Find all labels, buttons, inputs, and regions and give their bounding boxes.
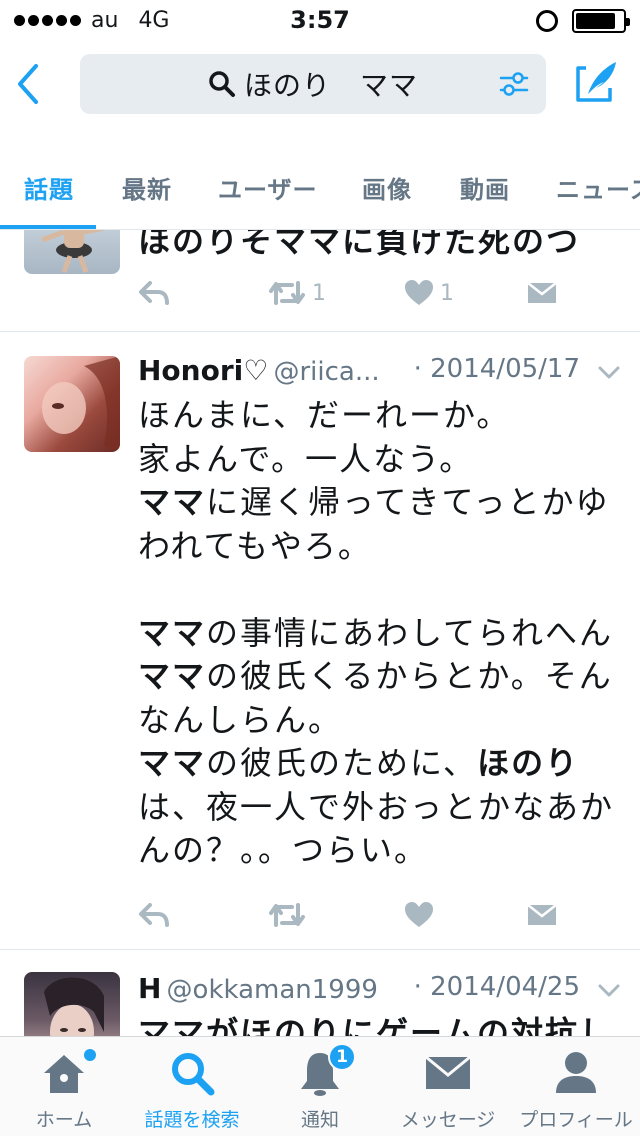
tweet-text-line: 家よんで。一人なう。 xyxy=(138,439,474,478)
search-term-highlight: ママ xyxy=(138,613,207,652)
person-icon xyxy=(556,1052,596,1093)
tweet[interactable]: ほのりそママに負けた死のつ 1 1 xyxy=(0,230,640,332)
direct-message-button[interactable] xyxy=(526,898,558,932)
tweet-actions: 1 1 xyxy=(138,276,568,310)
status-right xyxy=(536,9,630,33)
tweet-text-line: んの？。。つらい。 xyxy=(138,831,429,869)
tab-label: 話題を検索 xyxy=(144,1109,240,1131)
search-input[interactable]: ほのり ママ xyxy=(80,54,546,114)
tweet-text: ほんまに、だーれーか。 家よんで。一人なう。ママに遅く帰ってきてっとかゆ われてもや… xyxy=(138,394,620,873)
tweet-body: Honori♡ @riica... · 2014/05/17 ほんまに、だーれー… xyxy=(138,354,620,873)
tab-label: 通知 xyxy=(300,1109,339,1131)
tweet-date: · 2014/04/25 xyxy=(413,972,580,1002)
like-button[interactable]: 1 xyxy=(404,276,454,310)
author-handle[interactable]: @riica... xyxy=(273,357,379,387)
retweet-icon xyxy=(269,281,305,305)
tweet-text-line: なんしらん。 xyxy=(138,700,343,739)
tweet-actions xyxy=(138,898,568,932)
tab-users[interactable]: ユーザー xyxy=(218,170,318,205)
search-term-highlight: ママ xyxy=(138,483,207,521)
alarm-icon xyxy=(536,10,558,32)
heart-icon xyxy=(405,280,433,305)
tab-home[interactable]: ホーム xyxy=(0,1037,128,1136)
author-name[interactable]: H xyxy=(138,972,161,1005)
search-tabs: 話題 最新 ユーザー 画像 動画 ニュース xyxy=(0,156,640,230)
tab-explore[interactable]: 話題を検索 xyxy=(128,1037,256,1136)
search-query: ほのり ママ xyxy=(243,69,418,102)
tab-top[interactable]: 話題 xyxy=(24,170,74,205)
reply-icon xyxy=(139,903,169,927)
tweet-text-line: ママの事情にあわしてられへん xyxy=(138,613,614,652)
home-icon xyxy=(44,1055,84,1093)
tweet-text: ほのりそママに負けた死のつ xyxy=(138,230,581,260)
tweet-date: · 2014/05/17 xyxy=(413,354,580,384)
bottom-tab-bar: ホーム 話題を検索 1 通知 メッセージ プロフィール xyxy=(0,1036,640,1136)
direct-message-button[interactable] xyxy=(526,276,558,310)
heart-icon xyxy=(405,902,433,927)
envelope-icon xyxy=(527,904,557,925)
envelope-icon xyxy=(425,1055,471,1089)
retweet-button[interactable]: 1 xyxy=(268,276,326,310)
active-tab-indicator xyxy=(0,225,96,229)
tweet-text: ママがほのりにゲームの対抗し xyxy=(138,1014,614,1036)
avatar[interactable] xyxy=(24,972,120,1036)
author-handle[interactable]: @okkaman1999 xyxy=(167,975,378,1005)
tweet-body: ほのりそママに負けた死のつ xyxy=(138,230,620,264)
status-bar: au 4G 3:57 xyxy=(0,0,640,40)
tweet-header: H @okkaman1999 · 2014/04/25 xyxy=(138,972,620,1012)
search-term-highlight: ママ xyxy=(138,744,207,782)
back-icon[interactable] xyxy=(14,62,44,106)
retweet-count: 1 xyxy=(312,280,326,306)
avatar[interactable] xyxy=(24,356,120,452)
tweet-header: Honori♡ @riica... · 2014/05/17 xyxy=(138,354,620,394)
tab-messages[interactable]: メッセージ xyxy=(384,1037,512,1136)
new-content-dot xyxy=(84,1049,96,1061)
search-icon xyxy=(172,1053,215,1096)
notification-badge: 1 xyxy=(328,1043,356,1071)
filter-icon[interactable] xyxy=(498,68,530,100)
battery-icon xyxy=(572,9,630,33)
tab-label: メッセージ xyxy=(400,1109,496,1131)
tweet-text-line: ママの彼氏くるからとか。そん xyxy=(138,657,613,695)
tweet-body: H @okkaman1999 · 2014/04/25 ママがほのりにゲームの対… xyxy=(138,972,620,1036)
tab-news[interactable]: ニュース xyxy=(556,170,640,205)
tweet-text-line: ママの彼氏のために、ほのり xyxy=(138,744,580,782)
tweet[interactable]: H @okkaman1999 · 2014/04/25 ママがほのりにゲームの対… xyxy=(0,950,640,1036)
reply-button[interactable] xyxy=(138,898,170,932)
tab-notifications[interactable]: 1 通知 xyxy=(256,1037,384,1136)
search-term-highlight: ほのり xyxy=(477,744,580,782)
like-count: 1 xyxy=(440,280,454,306)
envelope-icon xyxy=(527,282,557,303)
tab-latest[interactable]: 最新 xyxy=(122,170,172,205)
timeline: ほのりそママに負けた死のつ 1 1 Honori♡ @riica... · 20… xyxy=(0,230,640,1036)
tweet-text-line: は、夜一人で外おっとかなあか xyxy=(138,787,615,826)
tweet-text-line xyxy=(138,568,620,612)
tab-videos[interactable]: 動画 xyxy=(460,170,510,205)
search-term-highlight: ママ xyxy=(138,657,207,695)
tab-profile[interactable]: プロフィール xyxy=(512,1037,640,1136)
tweet-text-line: われてもやろ。 xyxy=(138,526,372,565)
retweet-button[interactable] xyxy=(268,898,312,932)
tab-images[interactable]: 画像 xyxy=(362,170,412,205)
battery-fill xyxy=(576,13,616,29)
tweet[interactable]: Honori♡ @riica... · 2014/05/17 ほんまに、だーれー… xyxy=(0,332,640,950)
reply-button[interactable] xyxy=(138,276,170,310)
chevron-down-icon[interactable] xyxy=(598,366,620,380)
tweet-text-line: ほんまに、だーれーか。 xyxy=(138,396,511,434)
avatar[interactable] xyxy=(24,230,120,274)
compose-tweet-icon[interactable] xyxy=(574,58,620,104)
search-icon xyxy=(209,71,235,97)
reply-icon xyxy=(139,281,169,305)
tab-label: ホーム xyxy=(35,1109,93,1131)
tab-label: プロフィール xyxy=(519,1109,633,1131)
author-name[interactable]: Honori♡ xyxy=(138,354,268,387)
retweet-icon xyxy=(269,903,305,927)
search-header: ほのり ママ xyxy=(0,40,640,130)
tweet-text-line: ママに遅く帰ってきてっとかゆ xyxy=(138,483,610,521)
like-button[interactable] xyxy=(404,898,440,932)
chevron-down-icon[interactable] xyxy=(598,984,620,998)
